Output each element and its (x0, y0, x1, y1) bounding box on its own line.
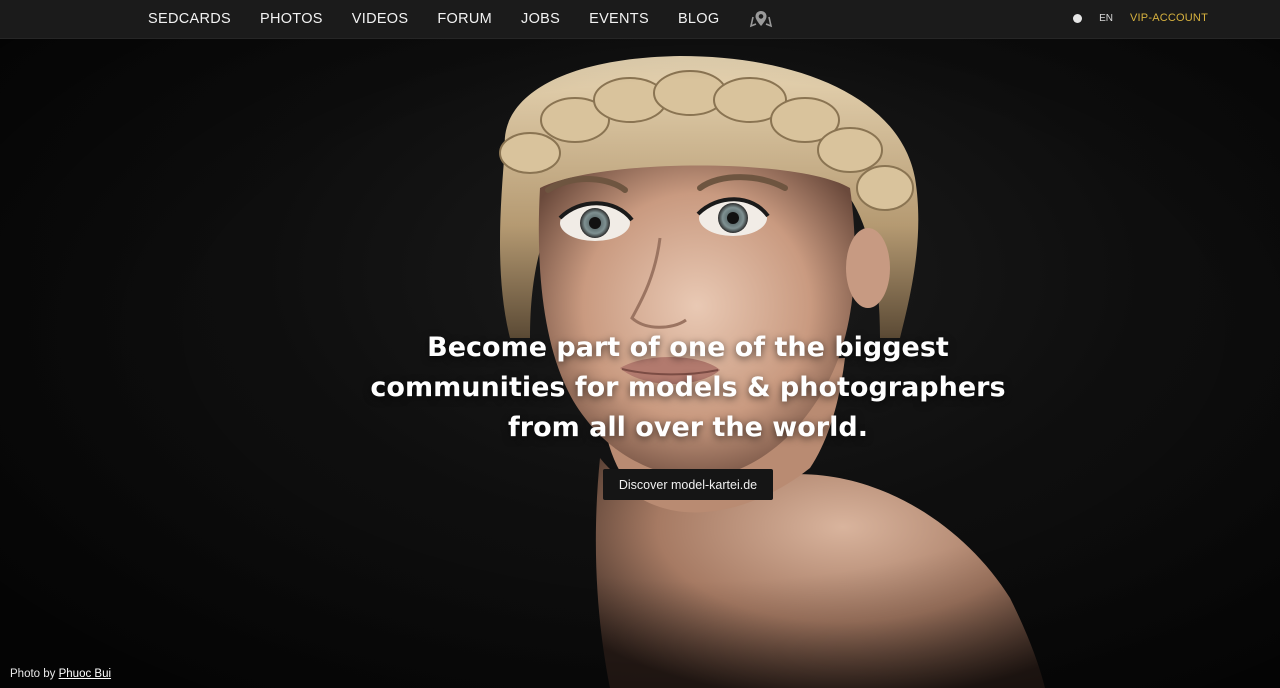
nav-item-blog[interactable]: BLOG (678, 11, 720, 27)
photographer-link[interactable]: Phuoc Bui (59, 668, 111, 680)
nav-item-photos[interactable]: PHOTOS (260, 11, 323, 27)
top-navigation-bar: SEDCARDS PHOTOS VIDEOS FORUM JOBS EVENTS… (0, 0, 1280, 39)
vip-account-link[interactable]: VIP-ACCOUNT (1130, 12, 1208, 24)
nav-item-events[interactable]: EVENTS (589, 11, 649, 27)
nav-item-jobs[interactable]: JOBS (521, 11, 560, 27)
main-nav: SEDCARDS PHOTOS VIDEOS FORUM JOBS EVENTS… (148, 0, 774, 38)
language-switch[interactable]: EN (1099, 13, 1113, 24)
photo-credit-prefix: Photo by (10, 668, 56, 680)
nav-item-forum[interactable]: FORUM (437, 11, 492, 27)
landing-page: SEDCARDS PHOTOS VIDEOS FORUM JOBS EVENTS… (0, 0, 1280, 688)
hero-headline: Become part of one of the biggest commun… (370, 332, 1006, 443)
nav-item-sedcards[interactable]: SEDCARDS (148, 11, 231, 27)
status-dot-icon (1073, 13, 1083, 23)
nav-item-videos[interactable]: VIDEOS (352, 11, 409, 27)
photo-credit: Photo by Phuoc Bui (10, 668, 111, 680)
account-nav: EN VIP-ACCOUNT (1073, 0, 1208, 36)
discover-button[interactable]: Discover model-kartei.de (603, 469, 773, 500)
map-pin-icon[interactable] (748, 8, 774, 30)
